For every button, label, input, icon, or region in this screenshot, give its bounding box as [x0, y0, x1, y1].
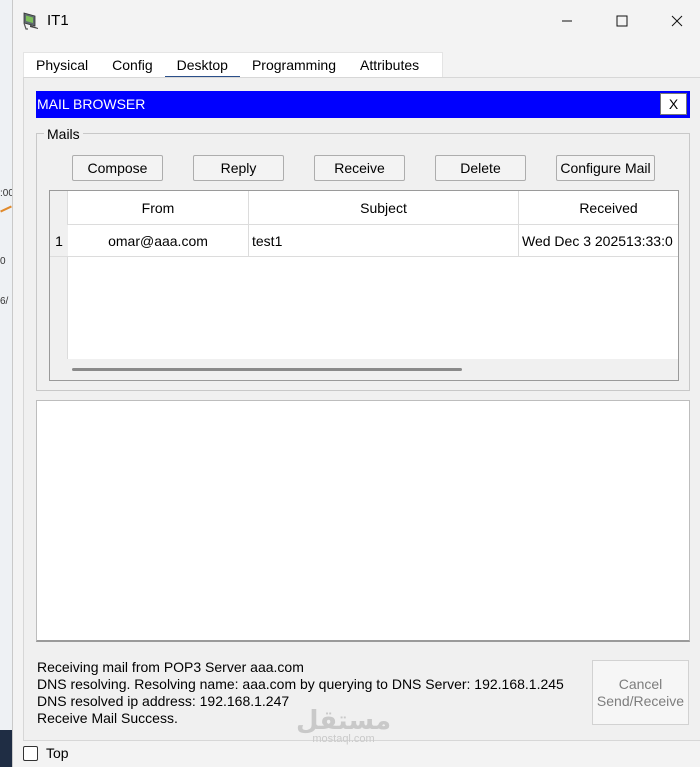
- mails-group: Mails Compose Reply Receive Delete Confi…: [36, 126, 690, 391]
- close-window-button[interactable]: [654, 6, 700, 36]
- table-cell-received[interactable]: Wed Dec 3 202513:33:0: [519, 225, 678, 257]
- mail-browser-title: MAIL BROWSER: [37, 96, 146, 112]
- receive-button[interactable]: Receive: [314, 155, 405, 181]
- background-app-strip: :00 0 6/: [0, 0, 14, 767]
- status-line: DNS resolving. Resolving name: aaa.com b…: [37, 676, 564, 692]
- minimize-button[interactable]: [544, 6, 590, 36]
- mail-browser-titlebar: MAIL BROWSER X: [36, 91, 690, 118]
- top-checkbox[interactable]: [23, 745, 38, 761]
- top-checkbox-label: Top: [46, 745, 69, 761]
- tab-config[interactable]: Config: [100, 53, 164, 79]
- desktop-content: MAIL BROWSER X Mails Compose Reply Recei…: [23, 77, 700, 741]
- cancel-label-line2: Send/Receive: [596, 692, 685, 709]
- device-window: IT1 Physical Config Desktop Programming …: [12, 0, 700, 767]
- table-cell-subject[interactable]: test1: [249, 225, 519, 257]
- cancel-label-line1: Cancel: [618, 675, 663, 692]
- background-taskbar: [0, 730, 12, 767]
- window-title: IT1: [47, 12, 69, 29]
- horizontal-scrollbar[interactable]: [50, 359, 678, 380]
- mail-body-pane[interactable]: [36, 400, 690, 642]
- status-line: Receiving mail from POP3 Server aaa.com: [37, 659, 304, 675]
- column-header-received[interactable]: Received: [519, 191, 678, 225]
- mails-group-label: Mails: [44, 126, 83, 142]
- mail-table: From Subject Received 1 omar@aaa.com tes…: [49, 190, 679, 381]
- scrollbar-thumb[interactable]: [72, 368, 462, 371]
- background-text-fragment: 6/: [0, 296, 9, 307]
- close-icon: [671, 15, 683, 27]
- reply-button[interactable]: Reply: [193, 155, 284, 181]
- pc-icon: [21, 11, 41, 31]
- column-header-subject[interactable]: Subject: [249, 191, 519, 225]
- configure-mail-button[interactable]: Configure Mail: [556, 155, 655, 181]
- maximize-icon: [616, 15, 628, 27]
- watermark-arabic: مستقل: [296, 706, 392, 736]
- column-header-from[interactable]: From: [68, 191, 249, 225]
- tab-physical[interactable]: Physical: [24, 53, 100, 79]
- minimize-icon: [562, 20, 572, 22]
- watermark: مستقل mostaql.com: [296, 708, 391, 745]
- tab-attributes[interactable]: Attributes: [348, 53, 431, 79]
- top-option: Top: [23, 745, 69, 761]
- table-cell-from[interactable]: omar@aaa.com: [68, 225, 249, 257]
- title-bar[interactable]: IT1: [13, 0, 700, 42]
- compose-button[interactable]: Compose: [72, 155, 163, 181]
- cancel-send-receive-button[interactable]: Cancel Send/Receive: [592, 660, 689, 725]
- tab-bar: Physical Config Desktop Programming Attr…: [23, 52, 443, 79]
- tab-programming[interactable]: Programming: [240, 53, 348, 79]
- tab-desktop[interactable]: Desktop: [164, 53, 240, 79]
- background-text-fragment: 0: [0, 256, 6, 267]
- maximize-button[interactable]: [599, 6, 645, 36]
- row-number-column: [50, 191, 68, 361]
- background-link-line: [0, 205, 12, 213]
- delete-button[interactable]: Delete: [435, 155, 526, 181]
- mail-browser-close-button[interactable]: X: [660, 93, 687, 115]
- table-row-number[interactable]: 1: [50, 225, 68, 257]
